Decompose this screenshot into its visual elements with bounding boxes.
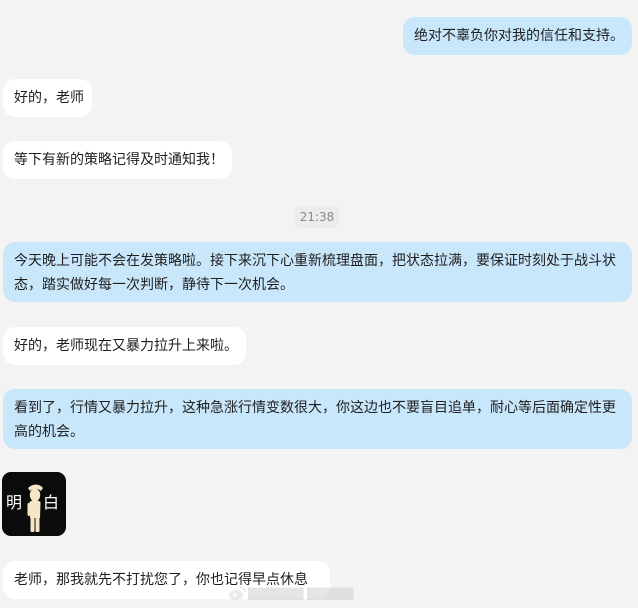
message-text: 绝对不辜负你对我的信任和支持。	[414, 28, 624, 44]
chat-area[interactable]: 绝对不辜负你对我的信任和支持。 好的，老师 等下有新的策略记得及时通知我！ 21…	[0, 0, 638, 608]
message-bubble-incoming[interactable]: 等下有新的策略记得及时通知我！	[3, 141, 232, 179]
weibo-logo-icon	[229, 586, 246, 600]
sticker-message[interactable]: 明 白	[2, 472, 66, 536]
message-bubble-outgoing[interactable]: 看到了，行情又暴力拉升，这种急涨行情变数很大，你这边也不要盲目追单，耐心等后面确…	[3, 389, 632, 449]
watermark: ▇▇▇▇▇▇ ▇▇▇▇▇	[228, 583, 408, 603]
message-bubble-incoming[interactable]: 好的，老师现在又暴力拉升上来啦。	[3, 327, 246, 365]
sticker-char-right: 白	[43, 493, 60, 512]
message-text: 好的，老师	[14, 90, 84, 106]
message-text: 好的，老师现在又暴力拉升上来啦。	[14, 338, 238, 354]
message-bubble-incoming[interactable]: 好的，老师	[3, 79, 92, 117]
message-text: 今天晚上可能不会在发策略啦。接下来沉下心重新梳理盘面，把状态拉满，要保证时刻处于…	[14, 253, 616, 293]
message-bubble-outgoing[interactable]: 绝对不辜负你对我的信任和支持。	[403, 17, 632, 55]
message-timestamp: 21:38	[295, 206, 339, 228]
message-text: 看到了，行情又暴力拉升，这种急涨行情变数很大，你这边也不要盲目追单，耐心等后面确…	[14, 400, 616, 440]
message-text: 等下有新的策略记得及时通知我！	[14, 152, 224, 168]
sticker-char-left: 明	[6, 493, 23, 512]
message-bubble-outgoing[interactable]: 今天晚上可能不会在发策略啦。接下来沉下心重新梳理盘面，把状态拉满，要保证时刻处于…	[3, 242, 632, 302]
watermark-text: ▇▇▇▇▇▇ ▇▇▇▇▇	[248, 586, 354, 600]
